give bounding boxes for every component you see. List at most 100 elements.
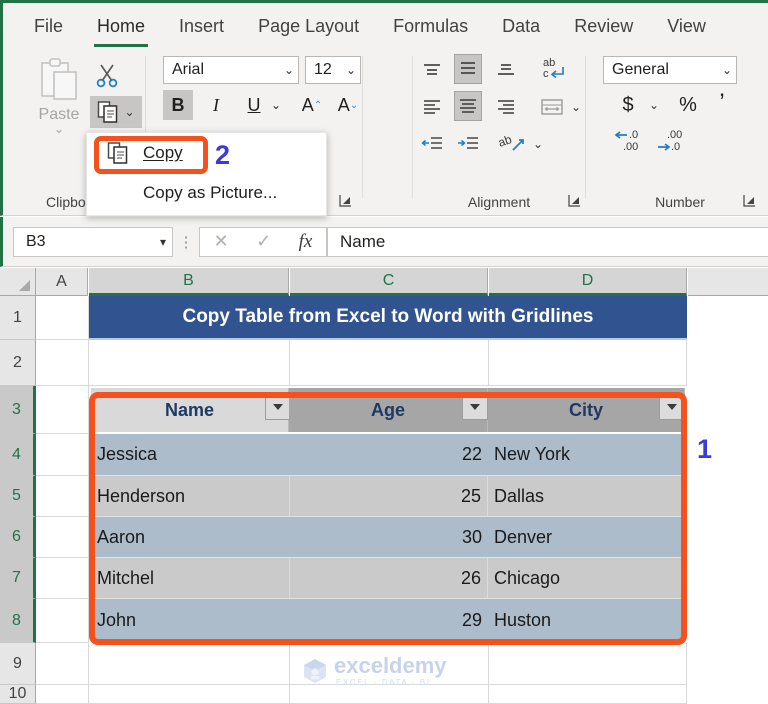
tab-view[interactable]: View — [654, 12, 719, 40]
chevron-down-icon[interactable]: ⌄ — [124, 105, 134, 119]
copy-button[interactable]: ⌄ — [90, 96, 142, 128]
tab-home[interactable]: Home — [84, 12, 158, 47]
underline-dropdown[interactable]: ⌄ — [267, 90, 285, 120]
chevron-down-icon[interactable]: ⌄ — [284, 63, 294, 77]
cell-b9[interactable] — [89, 643, 290, 685]
column-header-d[interactable]: D — [489, 268, 687, 296]
decrease-indent-button[interactable] — [418, 131, 446, 157]
cell-d10[interactable] — [489, 685, 687, 704]
cell-d2[interactable] — [489, 340, 687, 386]
tab-page-layout[interactable]: Page Layout — [245, 12, 372, 40]
table-header-name[interactable]: Name — [91, 388, 289, 432]
cell-a6[interactable] — [36, 517, 89, 558]
cell-a1[interactable] — [36, 296, 89, 340]
cut-button[interactable] — [94, 62, 122, 90]
number-dialog-launcher[interactable] — [743, 194, 757, 208]
row-header-6[interactable]: 6 — [0, 517, 36, 558]
filter-button-city[interactable] — [659, 394, 685, 420]
cell-a3[interactable] — [36, 386, 89, 434]
formula-input[interactable]: Name — [327, 226, 768, 257]
cell-name-0[interactable]: Jessica — [91, 434, 290, 476]
chevron-down-icon[interactable]: ⌄ — [346, 63, 356, 77]
chevron-down-icon[interactable]: ⌄ — [28, 122, 90, 135]
merge-dropdown[interactable]: ⌄ — [568, 94, 584, 120]
cell-c9[interactable] — [290, 643, 489, 685]
cell-a10[interactable] — [36, 685, 89, 704]
formula-bar-handle[interactable]: ⋮ — [173, 233, 199, 251]
tab-review[interactable]: Review — [561, 12, 646, 40]
cell-city-3[interactable]: Chicago — [488, 558, 685, 599]
column-header-a[interactable]: A — [36, 268, 88, 296]
column-header-c[interactable]: C — [290, 268, 488, 296]
cell-name-4[interactable]: John — [91, 599, 290, 641]
filter-button-age[interactable] — [462, 394, 488, 420]
paste-button[interactable]: Paste ⌄ — [28, 56, 90, 135]
chevron-down-icon[interactable]: ▾ — [160, 235, 166, 249]
tab-file[interactable]: File — [21, 12, 76, 40]
select-all-corner[interactable] — [0, 268, 36, 296]
cell-c2[interactable] — [290, 340, 489, 386]
check-icon[interactable]: ✓ — [256, 231, 271, 252]
align-bottom-button[interactable] — [492, 57, 520, 83]
row-header-9[interactable]: 9 — [0, 643, 36, 685]
menu-item-copy-as-picture[interactable]: Copy as Picture... — [87, 173, 326, 213]
cancel-icon[interactable]: ✕ — [214, 231, 229, 252]
column-header-b[interactable]: B — [89, 268, 289, 296]
row-header-3[interactable]: 3 — [0, 386, 36, 434]
row-header-4[interactable]: 4 — [0, 434, 36, 476]
menu-item-copy[interactable]: Copy — [87, 133, 326, 173]
table-header-age[interactable]: Age — [289, 388, 488, 432]
chevron-down-icon[interactable]: ⌄ — [722, 63, 732, 77]
percent-button[interactable]: % — [673, 90, 703, 120]
cell-age-2[interactable]: 30 — [290, 517, 488, 558]
row-header-7[interactable]: 7 — [0, 558, 36, 599]
align-top-button[interactable] — [418, 57, 446, 83]
cell-city-4[interactable]: Huston — [488, 599, 685, 641]
tab-insert[interactable]: Insert — [166, 12, 237, 40]
name-box[interactable]: B3 ▾ — [13, 226, 173, 257]
font-name-select[interactable]: Arial ⌄ — [163, 56, 299, 84]
tab-formulas[interactable]: Formulas — [380, 12, 481, 40]
decrease-decimal-button[interactable]: .00 .0 — [655, 126, 689, 154]
cell-name-3[interactable]: Mitchel — [91, 558, 290, 599]
row-header-2[interactable]: 2 — [0, 340, 36, 386]
cell-name-2[interactable]: Aaron — [91, 517, 290, 558]
cell-age-3[interactable]: 26 — [290, 558, 488, 599]
fx-icon[interactable]: fx — [299, 231, 313, 253]
cell-city-0[interactable]: New York — [488, 434, 685, 476]
cell-a2[interactable] — [36, 340, 89, 386]
cell-d9[interactable] — [489, 643, 687, 685]
increase-decimal-button[interactable]: .0 .00 — [613, 126, 647, 154]
row-header-8[interactable]: 8 — [0, 599, 36, 643]
alignment-dialog-launcher[interactable] — [568, 194, 582, 208]
wrap-text-button[interactable]: ab c — [538, 54, 572, 80]
row-header-5[interactable]: 5 — [0, 476, 36, 517]
cell-a8[interactable] — [36, 599, 89, 643]
currency-dropdown[interactable]: ⌄ — [645, 90, 663, 120]
align-center-button[interactable] — [454, 91, 482, 121]
cell-age-0[interactable]: 22 — [290, 434, 488, 476]
cell-a7[interactable] — [36, 558, 89, 599]
cell-age-4[interactable]: 29 — [290, 599, 488, 641]
cell-b2[interactable] — [89, 340, 290, 386]
currency-button[interactable]: $ — [615, 90, 641, 120]
row-header-1[interactable]: 1 — [0, 296, 36, 340]
cell-a9[interactable] — [36, 643, 89, 685]
bold-button[interactable]: B — [163, 90, 193, 120]
align-middle-button[interactable] — [454, 54, 482, 84]
cell-a4[interactable] — [36, 434, 89, 476]
increase-indent-button[interactable] — [454, 131, 482, 157]
cell-city-1[interactable]: Dallas — [488, 476, 685, 517]
orientation-dropdown[interactable]: ⌄ — [530, 131, 546, 157]
font-size-select[interactable]: 12 ⌄ — [305, 56, 361, 84]
number-format-select[interactable]: General ⌄ — [603, 56, 737, 84]
cell-city-2[interactable]: Denver — [488, 517, 685, 558]
italic-button[interactable]: I — [201, 90, 231, 120]
font-dialog-launcher[interactable] — [339, 194, 353, 208]
filter-button-name[interactable] — [265, 394, 291, 420]
title-cell[interactable]: Copy Table from Excel to Word with Gridl… — [89, 296, 687, 340]
column-header-e[interactable] — [688, 268, 768, 296]
comma-button[interactable]: ’ — [709, 88, 735, 118]
underline-button[interactable]: U — [239, 90, 269, 120]
cell-name-1[interactable]: Henderson — [91, 476, 290, 517]
